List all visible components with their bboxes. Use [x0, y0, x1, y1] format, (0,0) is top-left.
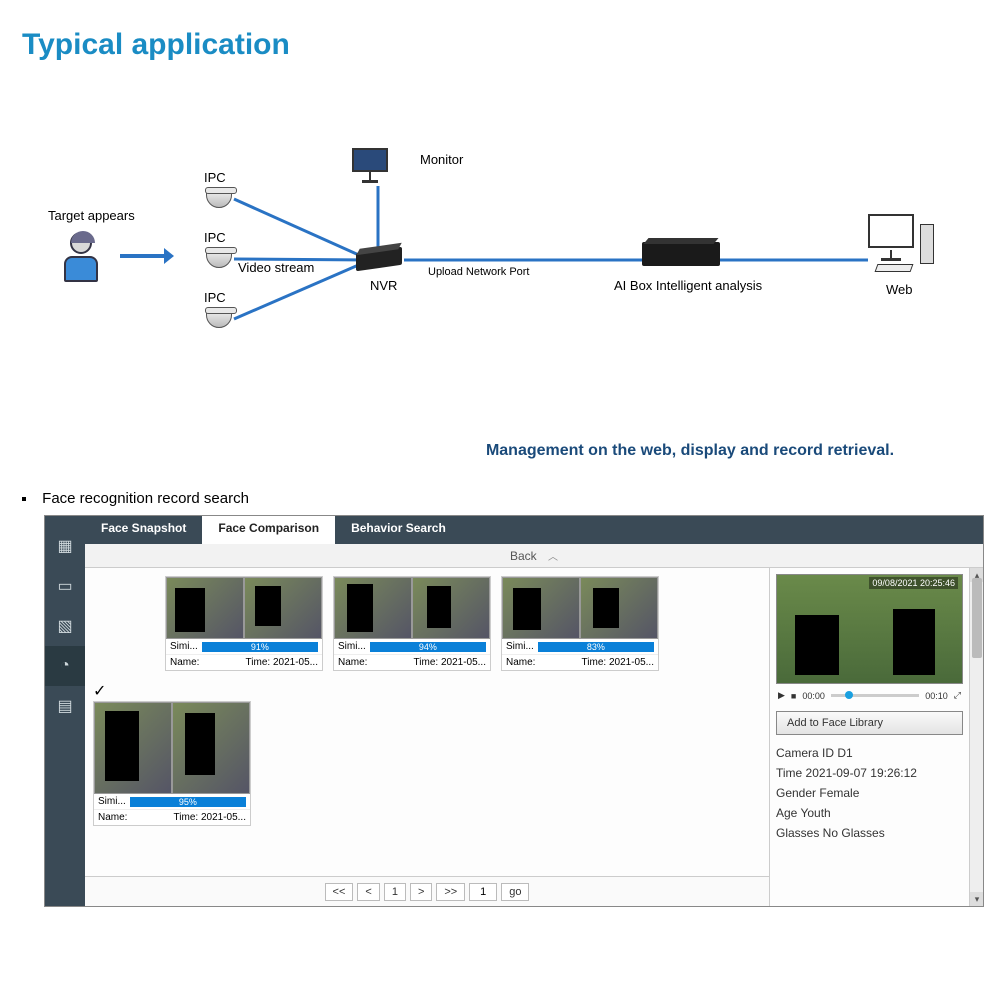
pager: << < 1 > >> go	[85, 876, 769, 906]
arrow-icon	[120, 254, 166, 258]
scroll-thumb[interactable]	[972, 578, 982, 658]
sidebar-icon-log[interactable]: ▤	[45, 686, 85, 726]
app-window: ▦ ▭ ▧ ◔ ▤ Face Snapshot Face Comparison …	[44, 515, 984, 907]
time-label: Time: 2021-05...	[174, 812, 246, 823]
person-icon	[58, 232, 104, 288]
target-label: Target appears	[48, 208, 135, 223]
time-label: Time: 2021-05...	[246, 657, 318, 668]
tab-bar: Face Snapshot Face Comparison Behavior S…	[85, 516, 983, 544]
expand-icon[interactable]: ⤢	[954, 690, 961, 701]
add-to-library-button[interactable]: Add to Face Library	[776, 711, 963, 735]
time-label: Time: 2021-05...	[582, 657, 654, 668]
results-grid: Simi... 91% Name: Time: 2021-05... Simi...…	[85, 568, 769, 906]
simi-label: Simi...	[338, 641, 366, 652]
nvr-label: NVR	[370, 278, 397, 293]
simi-label: Simi...	[170, 641, 198, 652]
subtitle: Management on the web, display and recor…	[380, 442, 1000, 460]
result-card[interactable]: Simi... 91% Name: Time: 2021-05...	[93, 576, 323, 671]
ipc-label-3: IPC	[204, 290, 226, 305]
page-number[interactable]: 1	[384, 883, 406, 901]
page-go-button[interactable]: go	[501, 883, 529, 901]
video-preview[interactable]: 09/08/2021 20:25:46	[776, 574, 963, 684]
simi-label: Simi...	[98, 796, 126, 807]
play-start: 00:00	[802, 691, 825, 701]
main-area: Face Snapshot Face Comparison Behavior S…	[85, 516, 983, 906]
tab-behavior-search[interactable]: Behavior Search	[335, 516, 462, 544]
page-goto-input[interactable]	[469, 883, 497, 901]
similarity-bar: 83%	[538, 642, 654, 652]
sidebar-icon-photo[interactable]: ▧	[45, 606, 85, 646]
page-title: Typical application	[0, 0, 1000, 62]
sidebar-icon-id[interactable]: ▭	[45, 566, 85, 606]
similarity-bar: 95%	[130, 797, 246, 807]
upload-label: Upload Network Port	[428, 266, 530, 278]
video-stream-label: Video stream	[238, 260, 314, 275]
tab-face-comparison[interactable]: Face Comparison	[202, 516, 335, 544]
detail-camera: Camera ID D1	[776, 746, 963, 760]
preview-timestamp: 09/08/2021 20:25:46	[869, 577, 958, 589]
topology-diagram: Target appears IPC IPC Video stream IPC …	[20, 102, 980, 382]
page-next-button[interactable]: >	[410, 883, 432, 901]
detail-gender: Gender Female	[776, 786, 963, 800]
simi-label: Simi...	[506, 641, 534, 652]
name-label: Name:	[98, 812, 127, 823]
chevron-up-icon: ︿	[548, 552, 558, 563]
aibox-label: AI Box Intelligent analysis	[614, 278, 762, 293]
similarity-bar: 94%	[370, 642, 486, 652]
time-label: Time: 2021-05...	[414, 657, 486, 668]
checkbox-checked-icon[interactable]: ✓	[93, 681, 251, 701]
section-heading: Face recognition record search	[22, 490, 1000, 507]
diagram-lines	[20, 102, 980, 382]
play-end: 00:10	[925, 691, 948, 701]
monitor-label: Monitor	[420, 152, 463, 167]
pc-icon	[868, 214, 940, 272]
name-label: Name:	[506, 657, 535, 668]
web-label: Web	[886, 282, 913, 297]
result-card[interactable]: ✓ Simi... 95% Name: Time: 2021-05...	[93, 681, 251, 826]
sidebar-icon-search[interactable]: ◔	[45, 646, 85, 686]
sidebar: ▦ ▭ ▧ ◔ ▤	[45, 516, 85, 906]
play-bar: ▶ ■ 00:00 00:10 ⤢	[776, 684, 963, 707]
ipc-label-1: IPC	[204, 170, 226, 185]
ipc-label-2: IPC	[204, 230, 226, 245]
result-card[interactable]: Simi... 83% Name: Time: 2021-05...	[501, 576, 659, 671]
page-prev-button[interactable]: <	[357, 883, 379, 901]
result-card[interactable]: Simi... 94% Name: Time: 2021-05...	[333, 576, 491, 671]
scroll-down-icon[interactable]: ▾	[970, 892, 983, 906]
similarity-bar: 91%	[202, 642, 318, 652]
name-label: Name:	[170, 657, 199, 668]
tab-face-snapshot[interactable]: Face Snapshot	[85, 516, 202, 544]
bullet-icon	[22, 497, 26, 501]
back-label: Back	[510, 549, 537, 563]
bullet-text: Face recognition record search	[42, 490, 249, 507]
page-last-button[interactable]: >>	[436, 883, 465, 901]
detail-time: Time 2021-09-07 19:26:12	[776, 766, 963, 780]
detail-glasses: Glasses No Glasses	[776, 826, 963, 840]
stop-icon[interactable]: ■	[791, 691, 796, 701]
name-label: Name:	[338, 657, 367, 668]
back-bar[interactable]: Back ︿	[85, 544, 983, 568]
aibox-icon	[642, 242, 720, 266]
scrollbar[interactable]: ▴ ▾	[969, 568, 983, 906]
seek-track[interactable]	[831, 694, 919, 697]
play-icon[interactable]: ▶	[778, 690, 785, 701]
sidebar-icon-dashboard[interactable]: ▦	[45, 526, 85, 566]
page-first-button[interactable]: <<	[325, 883, 354, 901]
monitor-icon	[352, 148, 388, 178]
detail-panel: 09/08/2021 20:25:46 ▶ ■ 00:00 00:10 ⤢ Ad…	[769, 568, 969, 906]
detail-age: Age Youth	[776, 806, 963, 820]
